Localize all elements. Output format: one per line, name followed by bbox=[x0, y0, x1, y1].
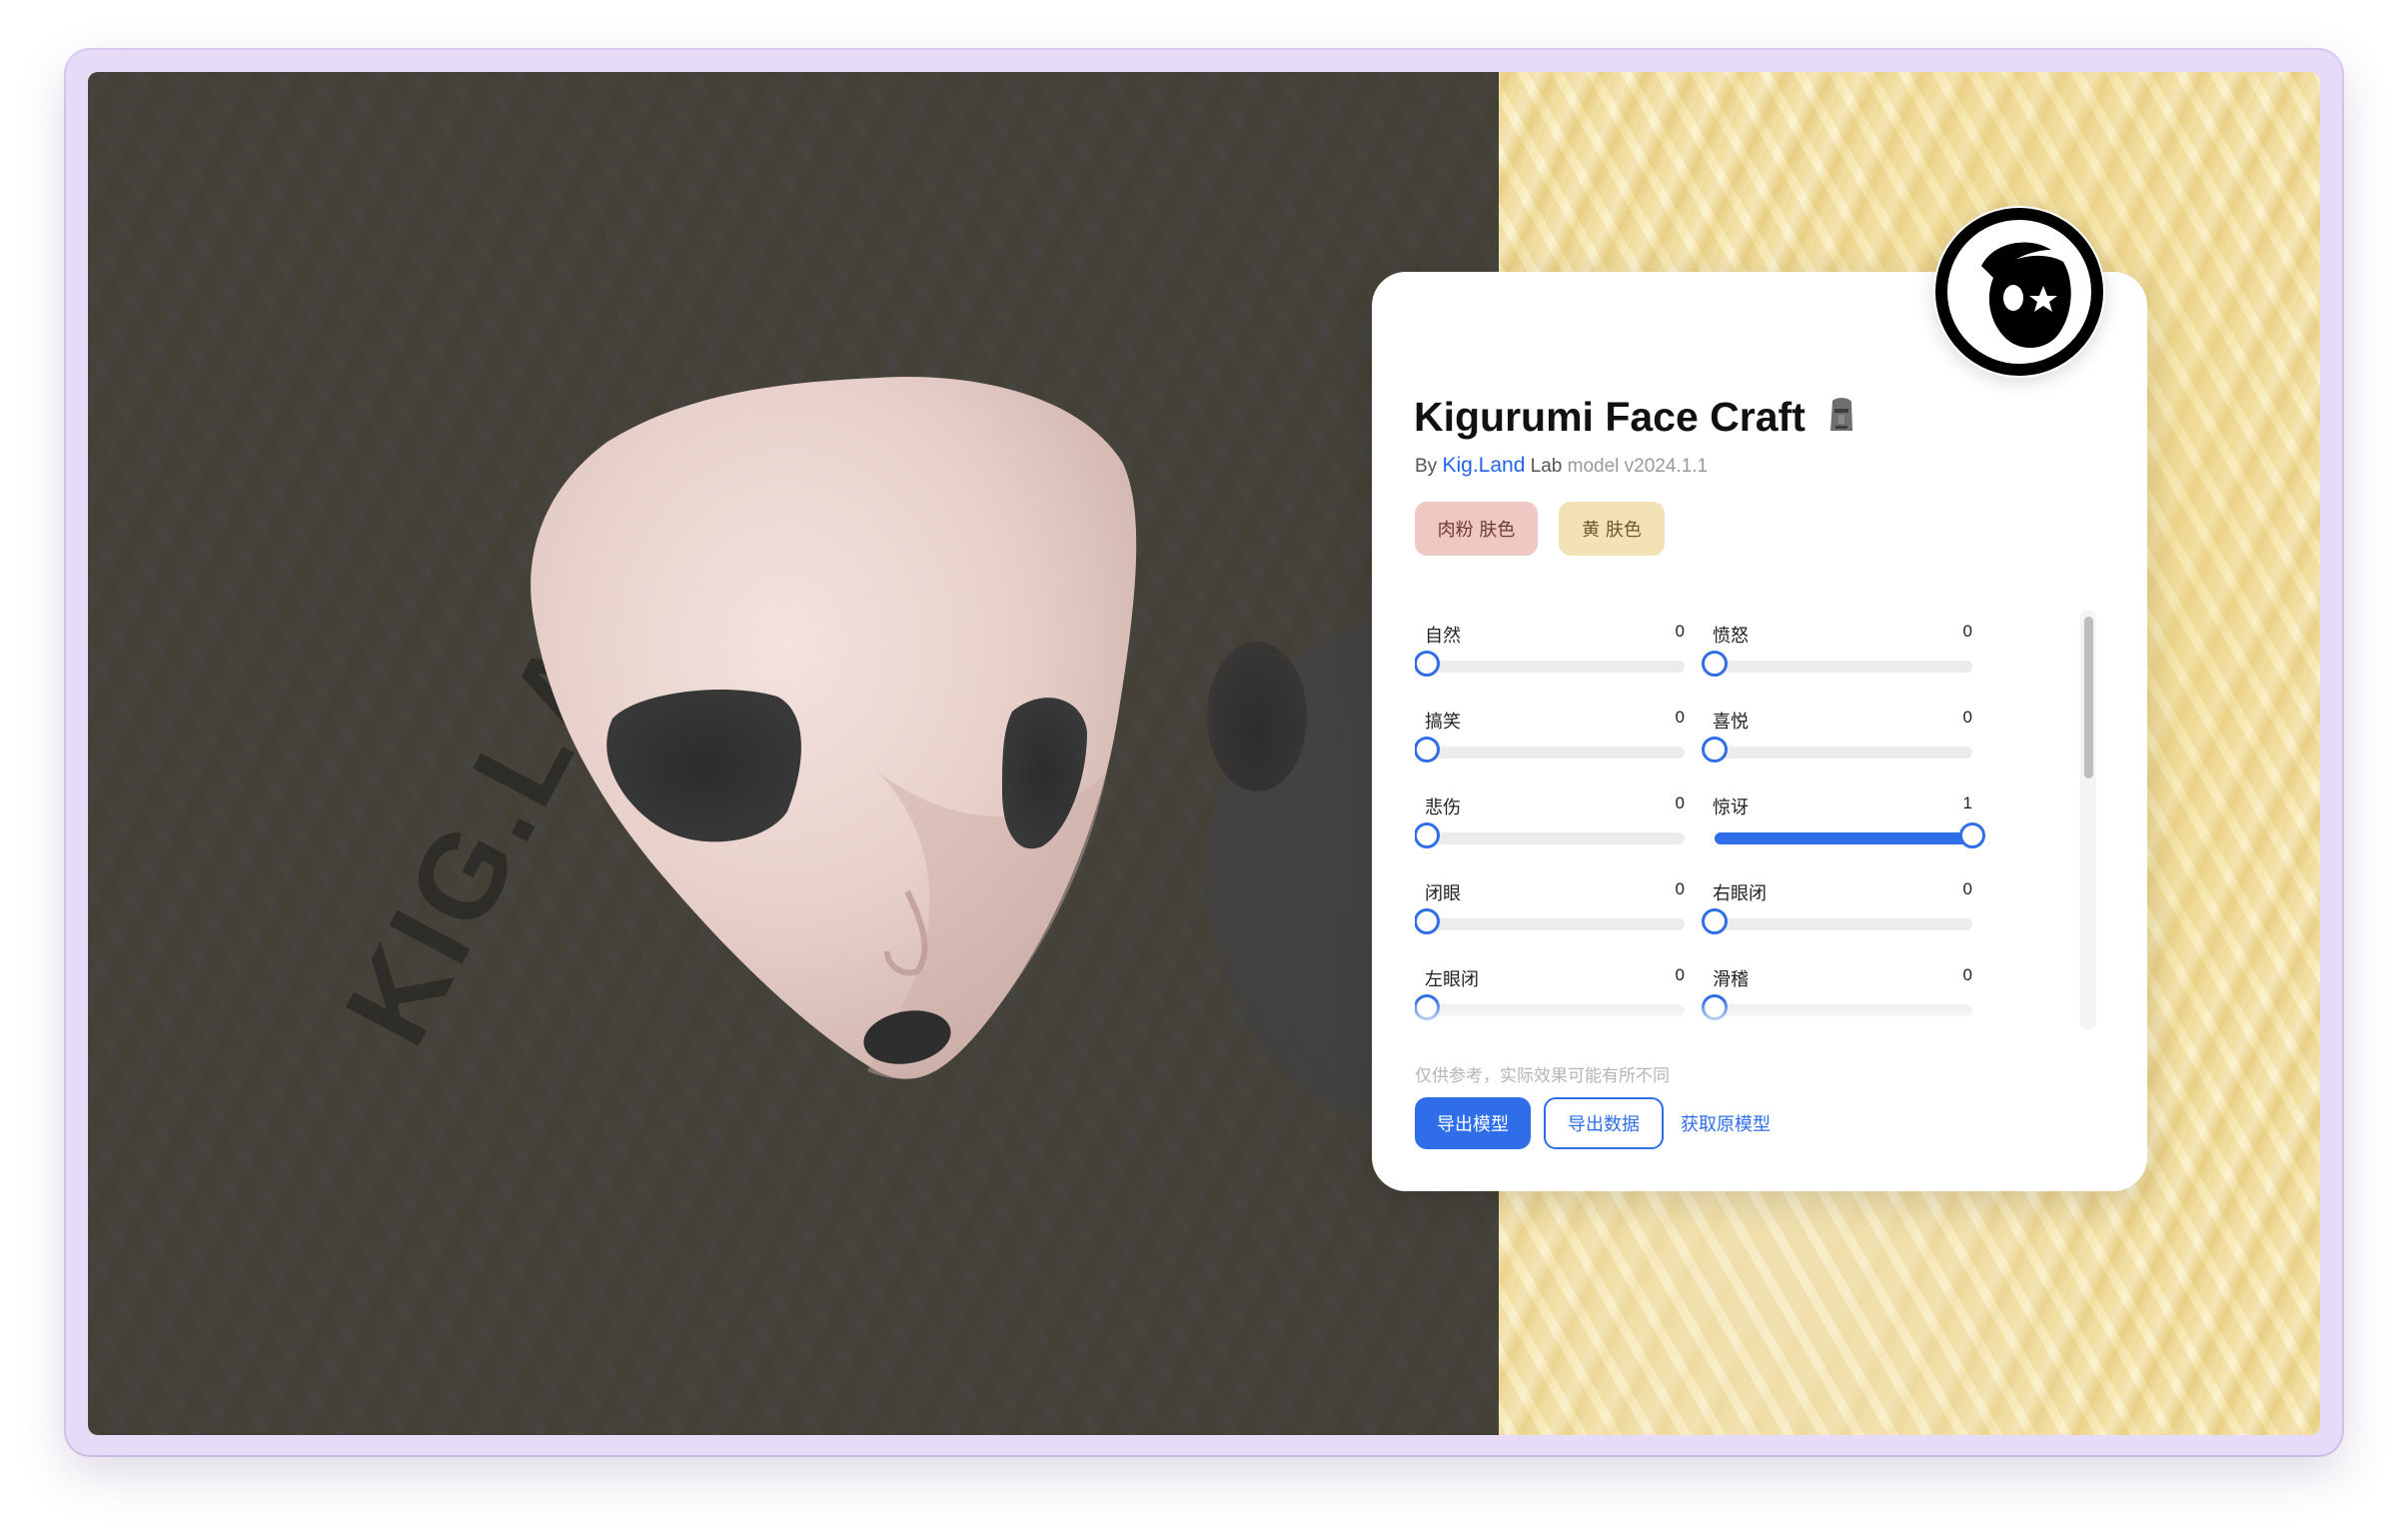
expression-sliders[interactable]: 自然 0 愤怒 0 搞笑 0 喜悦 0 悲伤 0 惊讶 1 闭眼 0 右眼闭 0 左眼闭 0 滑稽 0 bbox=[1415, 600, 2104, 1029]
slider-label: 搞笑 bbox=[1425, 712, 1461, 733]
byline: By Kig.Land Lab model v2024.1.1 bbox=[1415, 454, 1708, 478]
slider-4[interactable]: 悲伤 0 bbox=[1415, 771, 1685, 851]
slider-value: 0 bbox=[1962, 879, 1972, 898]
slider-6[interactable]: 闭眼 0 bbox=[1415, 857, 1685, 937]
kigland-logo bbox=[1933, 206, 2105, 378]
slider-thumb[interactable] bbox=[1959, 822, 1985, 848]
app-title-text: Kigurumi Face Craft bbox=[1414, 394, 1806, 440]
model-version: model v2024.1.1 bbox=[1567, 456, 1709, 477]
slider-value: 0 bbox=[1675, 879, 1685, 898]
slider-value: 0 bbox=[1962, 622, 1972, 641]
byline-lab: Lab bbox=[1530, 456, 1563, 477]
sliders-fade bbox=[1415, 999, 2104, 1029]
slider-label: 右眼闭 bbox=[1713, 883, 1767, 904]
get-original-model-link[interactable]: 获取原模型 bbox=[1681, 1097, 1791, 1149]
slider-1[interactable]: 愤怒 0 bbox=[1702, 600, 1972, 680]
slider-track[interactable] bbox=[1415, 822, 1685, 848]
skin-yellow-button[interactable]: 黄 肤色 bbox=[1559, 502, 1665, 556]
slider-label: 悲伤 bbox=[1425, 797, 1461, 818]
slider-value: 0 bbox=[1675, 965, 1685, 984]
app-title: Kigurumi Face Craft bbox=[1414, 394, 1856, 441]
slider-thumb[interactable] bbox=[1415, 737, 1440, 763]
slider-label: 滑稽 bbox=[1713, 969, 1749, 990]
disclaimer-note: 仅供参考，实际效果可能有所不同 bbox=[1415, 1066, 1670, 1086]
slider-thumb[interactable] bbox=[1702, 737, 1728, 763]
slider-thumb[interactable] bbox=[1415, 908, 1440, 934]
slider-thumb[interactable] bbox=[1415, 822, 1440, 848]
slider-value: 0 bbox=[1675, 708, 1685, 727]
sliders-scrollbar-thumb[interactable] bbox=[2084, 617, 2093, 778]
slider-fill bbox=[1715, 832, 1972, 844]
slider-track[interactable] bbox=[1702, 651, 1972, 677]
slider-track[interactable] bbox=[1702, 737, 1972, 763]
slider-track[interactable] bbox=[1415, 908, 1685, 934]
slider-label: 自然 bbox=[1425, 626, 1461, 647]
slider-label: 愤怒 bbox=[1713, 626, 1749, 647]
slider-value: 0 bbox=[1675, 622, 1685, 641]
kigland-mask-icon bbox=[1935, 208, 2103, 376]
slider-5[interactable]: 惊讶 1 bbox=[1703, 771, 1985, 851]
slider-track[interactable] bbox=[1415, 651, 1685, 677]
slider-track[interactable] bbox=[1715, 822, 1985, 848]
slider-label: 惊讶 bbox=[1713, 797, 1749, 818]
slider-7[interactable]: 右眼闭 0 bbox=[1702, 857, 1972, 937]
export-model-button[interactable]: 导出模型 bbox=[1415, 1097, 1531, 1149]
slider-2[interactable]: 搞笑 0 bbox=[1415, 686, 1685, 766]
slider-thumb[interactable] bbox=[1702, 908, 1728, 934]
slider-0[interactable]: 自然 0 bbox=[1415, 600, 1685, 680]
slider-value: 0 bbox=[1675, 793, 1685, 812]
slider-track[interactable] bbox=[1702, 908, 1972, 934]
moai-icon bbox=[1830, 398, 1853, 431]
byline-prefix: By bbox=[1415, 456, 1438, 477]
slider-label: 左眼闭 bbox=[1425, 969, 1479, 990]
kigland-link[interactable]: Kig.Land bbox=[1442, 454, 1525, 477]
slider-value: 0 bbox=[1962, 965, 1972, 984]
slider-value: 1 bbox=[1962, 793, 1972, 812]
slider-track[interactable] bbox=[1415, 737, 1685, 763]
slider-value: 0 bbox=[1962, 708, 1972, 727]
slider-3[interactable]: 喜悦 0 bbox=[1702, 686, 1972, 766]
slider-label: 闭眼 bbox=[1425, 883, 1461, 904]
slider-thumb[interactable] bbox=[1702, 651, 1728, 677]
skin-pink-button[interactable]: 肉粉 肤色 bbox=[1415, 502, 1538, 556]
slider-thumb[interactable] bbox=[1415, 651, 1440, 677]
slider-label: 喜悦 bbox=[1713, 712, 1749, 733]
export-data-button[interactable]: 导出数据 bbox=[1544, 1097, 1664, 1149]
